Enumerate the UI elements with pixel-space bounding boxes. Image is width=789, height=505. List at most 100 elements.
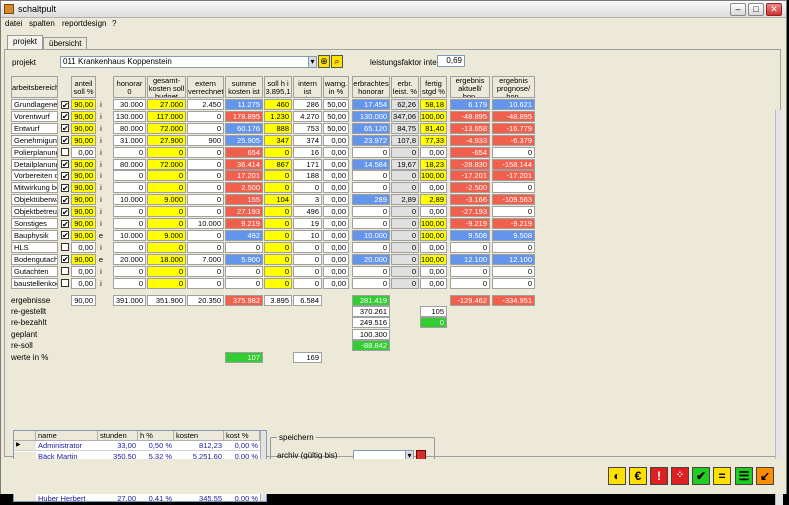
- cell-extern[interactable]: 0: [187, 122, 224, 134]
- cell-intern[interactable]: 16: [293, 146, 322, 158]
- cell-prog[interactable]: 0: [492, 241, 535, 253]
- cell-honorar[interactable]: 0: [113, 265, 146, 277]
- menu-spalten[interactable]: spalten: [29, 19, 55, 28]
- cell-intern[interactable]: 0: [293, 182, 322, 194]
- cell-erbr[interactable]: 107,8: [391, 134, 419, 146]
- cell-honorar[interactable]: 0: [113, 182, 146, 194]
- cell-akt[interactable]: 6.179: [450, 99, 490, 110]
- cell-intern[interactable]: 3: [293, 194, 322, 206]
- cell-honorar[interactable]: 130.000: [113, 110, 146, 122]
- cell-anteil[interactable]: 0,00: [71, 241, 96, 253]
- cell-summe[interactable]: 2.500: [225, 182, 263, 194]
- cell-erbr[interactable]: 347,06: [391, 110, 419, 122]
- cell-erbracht[interactable]: 14.584: [352, 158, 390, 170]
- row-checkbox[interactable]: ✔: [61, 160, 69, 169]
- cell-extern[interactable]: 900: [187, 134, 224, 146]
- cell-sollhi[interactable]: 867: [264, 158, 292, 170]
- row-checkbox[interactable]: ✔: [61, 136, 69, 145]
- cell-fertig[interactable]: 0,00: [420, 206, 447, 218]
- cell-gesamt[interactable]: 117.000: [147, 110, 186, 122]
- cell-fertig[interactable]: 100,00: [420, 229, 447, 241]
- cell-prog[interactable]: -48.895: [492, 110, 535, 122]
- cell-fertig[interactable]: 100,00: [420, 170, 447, 182]
- staff-cell[interactable]: 0,00 %: [224, 441, 260, 451]
- add-icon[interactable]: ⊕: [318, 55, 330, 68]
- cell-extern[interactable]: 0: [187, 229, 224, 241]
- cell-prog[interactable]: 12.100: [492, 253, 535, 265]
- row-checkbox[interactable]: ✔: [61, 124, 69, 133]
- cell-akt[interactable]: 9.508: [450, 229, 490, 241]
- cell-honorar[interactable]: 10.000: [113, 229, 146, 241]
- cell-fertig[interactable]: 0,00: [420, 277, 447, 289]
- row-checkbox[interactable]: ✔: [61, 112, 69, 121]
- cell-prog[interactable]: -9.219: [492, 218, 535, 229]
- cell-summe[interactable]: 27.193: [225, 206, 263, 218]
- cell-warng[interactable]: 0,00: [323, 241, 349, 253]
- cell-fertig[interactable]: 100,00: [420, 253, 447, 265]
- cell-summe[interactable]: 155: [225, 194, 263, 206]
- cell-akt[interactable]: -48.895: [450, 110, 490, 122]
- cell-extern[interactable]: 0: [187, 182, 224, 194]
- cell-erbracht[interactable]: 0: [352, 182, 390, 194]
- staff-cell[interactable]: 345,55: [174, 494, 224, 501]
- cell-erbr[interactable]: 62,26: [391, 99, 419, 110]
- cell-gesamt[interactable]: 0: [147, 146, 186, 158]
- cell-extern[interactable]: 2.450: [187, 99, 224, 110]
- cell-gesamt[interactable]: 9.000: [147, 194, 186, 206]
- cell-akt[interactable]: -4.933: [450, 134, 490, 146]
- cell-erbr[interactable]: 84,75: [391, 122, 419, 134]
- euro-icon[interactable]: €: [629, 467, 647, 485]
- row-checkbox[interactable]: [61, 243, 69, 252]
- row-selector[interactable]: [14, 494, 36, 501]
- cell-anteil[interactable]: 90,00: [71, 218, 96, 229]
- cell-warng[interactable]: 0,00: [323, 277, 349, 289]
- cell-summe[interactable]: 654: [225, 146, 263, 158]
- row-checkbox[interactable]: ✔: [61, 231, 69, 240]
- cell-erbracht[interactable]: 17.454: [352, 99, 390, 110]
- row-checkbox[interactable]: ✔: [61, 171, 69, 180]
- menu-reportdesign[interactable]: reportdesign: [62, 19, 106, 28]
- cell-anteil[interactable]: 90,00: [71, 158, 96, 170]
- row-checkbox[interactable]: ✔: [61, 183, 69, 192]
- cell-sollhi[interactable]: 0: [264, 277, 292, 289]
- cell-extern[interactable]: 0: [187, 170, 224, 182]
- cell-warng[interactable]: 0,00: [323, 206, 349, 218]
- cell-akt[interactable]: 12.100: [450, 253, 490, 265]
- row-checkbox[interactable]: ✔: [61, 195, 69, 204]
- staff-cell[interactable]: 0,50 %: [138, 441, 174, 451]
- cell-extern[interactable]: 0: [187, 265, 224, 277]
- row-checkbox[interactable]: ✔: [61, 100, 69, 109]
- document-icon[interactable]: ☰: [735, 467, 753, 485]
- staff-cell[interactable]: 0,41 %: [138, 494, 174, 501]
- row-checkbox[interactable]: ✔: [61, 207, 69, 216]
- cell-intern[interactable]: 0: [293, 265, 322, 277]
- cell-erbr[interactable]: 0: [391, 146, 419, 158]
- cell-prog[interactable]: 0: [492, 277, 535, 289]
- cell-intern[interactable]: 0: [293, 277, 322, 289]
- cell-sollhi[interactable]: 0: [264, 229, 292, 241]
- cell-sollhi[interactable]: 1.230: [264, 110, 292, 122]
- cell-extern[interactable]: 0: [187, 206, 224, 218]
- cell-fertig[interactable]: 81,40: [420, 122, 447, 134]
- check-icon[interactable]: ✔: [692, 467, 710, 485]
- cell-prog[interactable]: 9.508: [492, 229, 535, 241]
- cell-summe[interactable]: 492: [225, 229, 263, 241]
- cell-fertig[interactable]: 100,00: [420, 110, 447, 122]
- cell-warng[interactable]: 0,00: [323, 265, 349, 277]
- cell-summe[interactable]: 25.905: [225, 134, 263, 146]
- cell-anteil[interactable]: 0,00: [71, 277, 96, 289]
- cell-warng[interactable]: 50,00: [323, 99, 349, 110]
- staff-cell[interactable]: 27,00: [98, 494, 138, 501]
- cell-prog[interactable]: -6.379: [492, 134, 535, 146]
- cell-erbr[interactable]: 19,67: [391, 158, 419, 170]
- cell-prog[interactable]: -17.201: [492, 170, 535, 182]
- cell-honorar[interactable]: 80.000: [113, 158, 146, 170]
- cell-akt[interactable]: -13.658: [450, 122, 490, 134]
- cell-gesamt[interactable]: 72.000: [147, 122, 186, 134]
- cell-summe[interactable]: 178.895: [225, 110, 263, 122]
- cell-erbracht[interactable]: 0: [352, 241, 390, 253]
- cell-erbracht[interactable]: 0: [352, 277, 390, 289]
- close-button[interactable]: ✕: [766, 3, 782, 16]
- staff-cell[interactable]: 33,00: [98, 441, 138, 451]
- cell-prog[interactable]: 0: [492, 206, 535, 218]
